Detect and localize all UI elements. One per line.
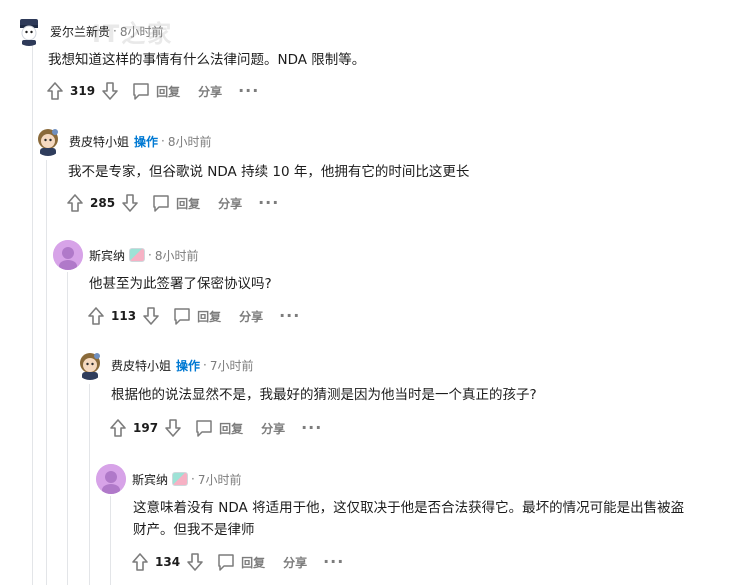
timestamp[interactable]: 7小时前 (198, 471, 242, 488)
comment-header: 爱尔兰新贵 · 8小时前 (14, 16, 163, 46)
username[interactable]: 爱尔兰新贵 (50, 23, 110, 40)
comment-body: 我想知道这样的事情有什么法律问题。NDA 限制等。 (48, 52, 366, 68)
reply-label: 回复 (156, 84, 181, 99)
comment-bubble-icon (172, 306, 192, 326)
separator-dot: · (203, 358, 207, 372)
comment-actions: 113 回复 分享 ··· (87, 304, 300, 328)
comment-header: 费皮特小姐 操作 · 8小时前 (33, 126, 212, 156)
op-badge: 操作 (134, 134, 159, 149)
comment-body: 根据他的说法显然不是，我最好的猜测是因为他当时是一个真正的孩子? (111, 387, 537, 403)
downvote-icon[interactable] (101, 81, 119, 101)
reply-button[interactable]: 回复 (216, 552, 265, 572)
share-button[interactable]: 分享 (198, 83, 222, 100)
reply-label: 回复 (197, 309, 222, 324)
comment-actions: 285 回复 分享 ··· (66, 191, 279, 215)
comment-bubble-icon (216, 552, 236, 572)
comment-actions: 197 回复 分享 ··· (109, 416, 322, 440)
username[interactable]: 斯宾纳 (132, 471, 168, 488)
reply-button[interactable]: 回复 (131, 81, 180, 101)
avatar[interactable] (53, 240, 83, 270)
user-flair-icon (129, 248, 146, 262)
thread-line[interactable] (110, 496, 111, 585)
comment-body: 他甚至为此签署了保密协议吗? (89, 276, 272, 292)
upvote-icon[interactable] (66, 193, 84, 213)
more-options-icon[interactable]: ··· (258, 195, 279, 211)
comment-header: 斯宾纳 · 8小时前 (53, 240, 198, 270)
comment-bubble-icon (131, 81, 151, 101)
reply-button[interactable]: 回复 (194, 418, 243, 438)
op-badge: 操作 (176, 358, 201, 373)
comment-header: 斯宾纳 · 7小时前 (96, 464, 241, 494)
share-button[interactable]: 分享 (218, 195, 242, 212)
separator-dot: · (161, 134, 165, 148)
more-options-icon[interactable]: ··· (301, 420, 322, 436)
comment-bubble-icon (151, 193, 171, 213)
avatar[interactable] (14, 16, 44, 46)
comment-header: 费皮特小姐 操作 · 7小时前 (75, 350, 254, 380)
thread-line[interactable] (46, 160, 47, 585)
share-button[interactable]: 分享 (283, 554, 307, 571)
separator-dot: · (191, 472, 195, 486)
comment-bubble-icon (194, 418, 214, 438)
reply-label: 回复 (219, 421, 244, 436)
reply-label: 回复 (176, 196, 201, 211)
upvote-icon[interactable] (46, 81, 64, 101)
reply-button[interactable]: 回复 (172, 306, 221, 326)
vote-count: 134 (155, 555, 181, 569)
more-options-icon[interactable]: ··· (279, 308, 300, 324)
vote-count: 113 (111, 309, 137, 323)
user-flair-icon (172, 472, 189, 486)
username[interactable]: 斯宾纳 (89, 247, 125, 264)
avatar[interactable] (75, 350, 105, 380)
upvote-icon[interactable] (109, 418, 127, 438)
more-options-icon[interactable]: ··· (238, 83, 259, 99)
avatar[interactable] (96, 464, 126, 494)
comment-actions: 134 回复 分享 ··· (131, 550, 344, 574)
comment-body: 我不是专家，但谷歌说 NDA 持续 10 年，他拥有它的时间比这更长 (68, 164, 470, 180)
vote-count: 319 (70, 84, 96, 98)
vote-count: 197 (133, 421, 159, 435)
separator-dot: · (148, 248, 152, 262)
comment-body: 这意味着没有 NDA 将适用于他，这仅取决于他是否合法获得它。最坏的情况可能是出… (133, 497, 743, 541)
downvote-icon[interactable] (164, 418, 182, 438)
thread-line[interactable] (67, 272, 68, 585)
comment-body-line: 财产。但我不是律师 (133, 522, 255, 538)
share-button[interactable]: 分享 (261, 420, 285, 437)
downvote-icon[interactable] (142, 306, 160, 326)
avatar[interactable] (33, 126, 63, 156)
vote-count: 285 (90, 196, 116, 210)
timestamp[interactable]: 8小时前 (155, 247, 199, 264)
upvote-icon[interactable] (87, 306, 105, 326)
reply-label: 回复 (241, 555, 266, 570)
reply-button[interactable]: 回复 (151, 193, 200, 213)
more-options-icon[interactable]: ··· (323, 554, 344, 570)
thread-line[interactable] (89, 384, 90, 585)
comment-actions: 319 回复 分享 ··· (46, 79, 259, 103)
separator-dot: · (113, 24, 117, 38)
upvote-icon[interactable] (131, 552, 149, 572)
timestamp[interactable]: 7小时前 (210, 357, 254, 374)
downvote-icon[interactable] (186, 552, 204, 572)
timestamp[interactable]: 8小时前 (120, 23, 164, 40)
timestamp[interactable]: 8小时前 (168, 133, 212, 150)
username[interactable]: 费皮特小姐 (111, 357, 171, 374)
share-button[interactable]: 分享 (239, 308, 263, 325)
downvote-icon[interactable] (121, 193, 139, 213)
comment-body-line: 这意味着没有 NDA 将适用于他，这仅取决于他是否合法获得它。最坏的情况可能是出… (133, 500, 685, 516)
username[interactable]: 费皮特小姐 (69, 133, 129, 150)
